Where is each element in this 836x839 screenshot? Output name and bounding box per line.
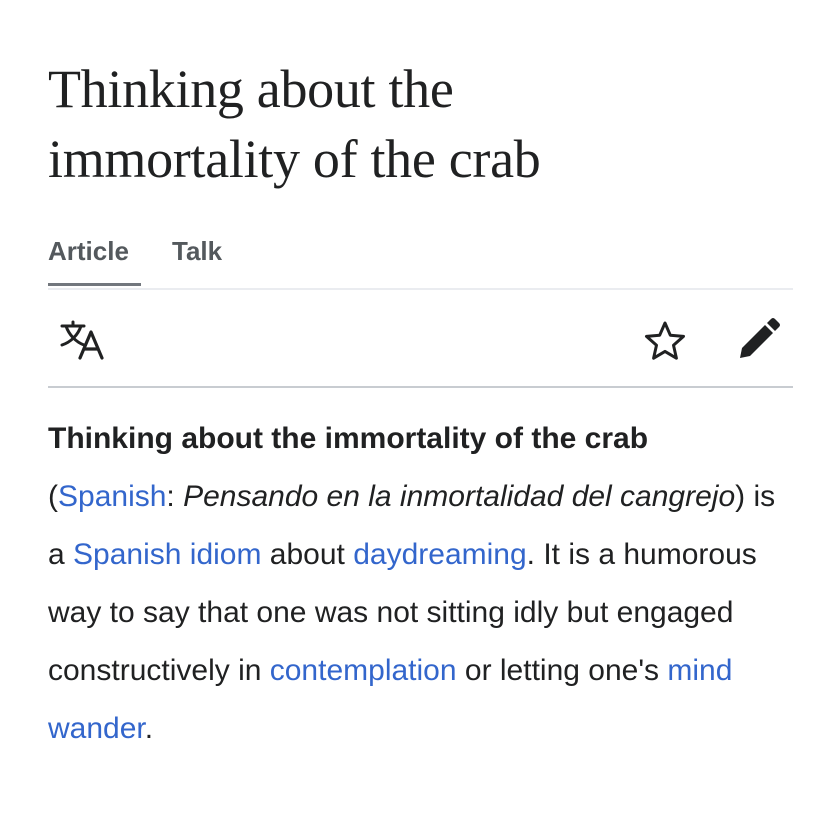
lead-text-5: . — [144, 712, 154, 745]
lead-text-paren-open: ( — [48, 480, 58, 513]
lead-spanish-name: Pensando en la inmortalidad del cangrejo — [183, 480, 736, 513]
page-title-line-1: Thinking about the — [48, 59, 454, 119]
page-title-line-2: immortality of the crab — [48, 129, 541, 189]
page-tabs: Article Talk — [48, 234, 793, 290]
edit-pencil-icon[interactable] — [736, 318, 780, 362]
page-title: Thinking about the immortality of the cra… — [48, 54, 793, 194]
link-spanish[interactable]: Spanish — [58, 480, 166, 513]
lead-paragraph: Thinking about the immortality of the cr… — [48, 410, 793, 758]
link-contemplation[interactable]: contemplation — [270, 654, 457, 687]
tab-article[interactable]: Article — [48, 234, 141, 286]
language-icon[interactable] — [58, 320, 108, 360]
lead-text-colon: : — [166, 480, 184, 513]
link-daydreaming[interactable]: daydreaming — [353, 538, 526, 571]
page-actions-toolbar — [48, 290, 793, 388]
link-spanish-idiom[interactable]: Spanish idiom — [73, 538, 261, 571]
watch-star-icon[interactable] — [644, 320, 686, 362]
tab-talk[interactable]: Talk — [172, 234, 222, 286]
lead-bold-title: Thinking about the immortality of the cr… — [48, 422, 649, 455]
lead-text-4: or letting one's — [456, 654, 668, 687]
lead-text-2: about — [261, 538, 354, 571]
